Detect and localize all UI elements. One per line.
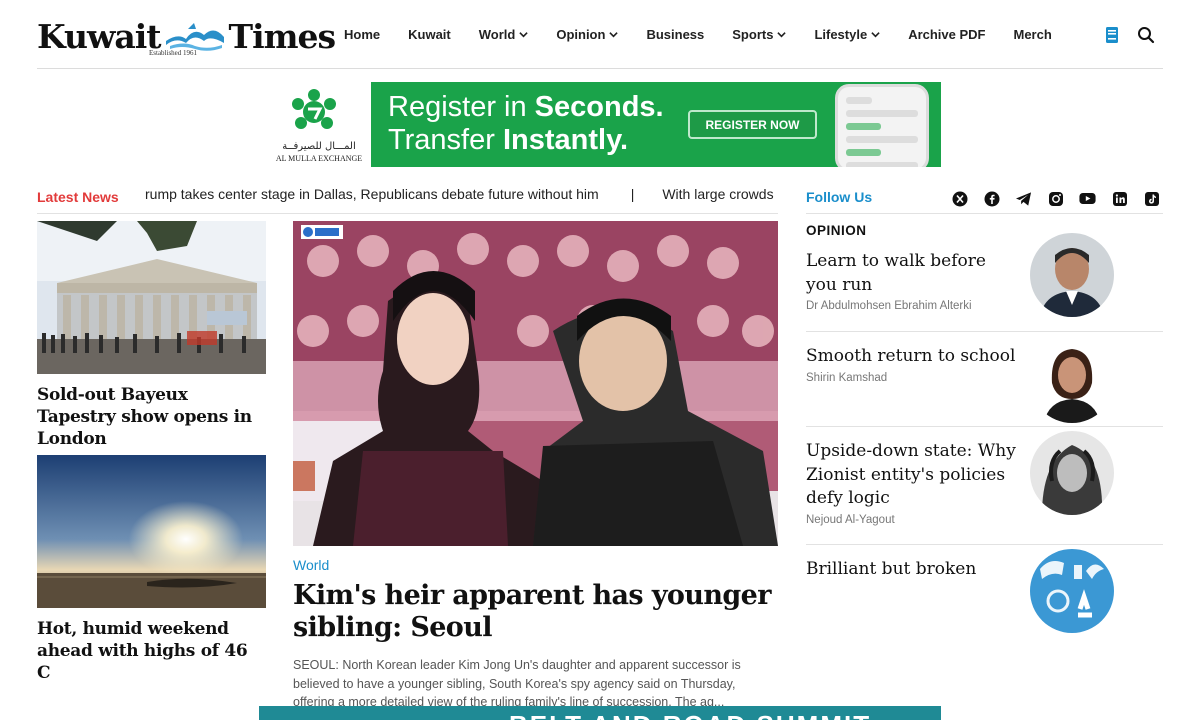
nav-label: Archive PDF bbox=[908, 27, 986, 42]
al-mulla-logo-icon bbox=[292, 89, 336, 129]
ad-brand-arabic: المـــال للصيرفــة bbox=[282, 141, 356, 152]
social-links bbox=[951, 190, 1160, 207]
author-avatar[interactable] bbox=[1030, 339, 1114, 423]
author-avatar[interactable] bbox=[1030, 233, 1114, 317]
opinion-title[interactable]: Smooth return to school bbox=[806, 345, 1021, 369]
facebook-icon[interactable] bbox=[983, 190, 1000, 207]
author-avatar[interactable] bbox=[1030, 549, 1114, 633]
telegram-icon[interactable] bbox=[1015, 190, 1032, 207]
main-story-image[interactable] bbox=[293, 221, 778, 546]
instagram-icon[interactable] bbox=[1047, 190, 1064, 207]
chevron-down-icon bbox=[871, 32, 880, 38]
nav-business[interactable]: Business bbox=[646, 27, 704, 42]
nav-sports[interactable]: Sports bbox=[732, 27, 787, 42]
divider bbox=[806, 544, 1163, 545]
side-story-card[interactable]: Sold-out Bayeux Tapestry show opens in L… bbox=[37, 221, 266, 450]
nav-label: Home bbox=[344, 27, 381, 42]
bottom-advertisement[interactable]: BELT AND ROAD SUMMIT bbox=[259, 706, 941, 720]
site-header: Kuwait Times Established 1961 Home Kuwai… bbox=[37, 0, 1163, 69]
opinion-heading: OPINION bbox=[806, 223, 867, 238]
opinion-author[interactable]: Dr Abdulmohsen Ebrahim Alterki bbox=[806, 300, 1163, 312]
epaper-icon[interactable] bbox=[1105, 26, 1119, 44]
side-story-card[interactable]: Hot, humid weekend ahead with highs of 4… bbox=[37, 455, 266, 684]
ad-text-bold: Instantly. bbox=[502, 124, 629, 156]
nav-label: Lifestyle bbox=[814, 27, 868, 42]
ad-brand-block: المـــال للصيرفــة AL MULLA EXCHANGE bbox=[259, 82, 371, 167]
divider bbox=[806, 331, 1163, 332]
story-category-link[interactable]: World bbox=[293, 557, 778, 573]
ad-text: Transfer bbox=[388, 124, 503, 156]
bottom-ad-text: BELT AND ROAD SUMMIT bbox=[509, 710, 871, 720]
nav-label: Opinion bbox=[556, 27, 606, 42]
ad-phone-graphic bbox=[835, 84, 929, 167]
opinion-item[interactable]: Upside-down state: Why Zionist entity's … bbox=[806, 431, 1163, 526]
nav-kuwait[interactable]: Kuwait bbox=[408, 27, 451, 42]
side-story-image[interactable] bbox=[37, 455, 266, 608]
ticker-separator: | bbox=[630, 186, 635, 202]
side-story-image[interactable] bbox=[37, 221, 266, 374]
search-icon[interactable] bbox=[1137, 26, 1155, 44]
divider bbox=[806, 213, 1163, 214]
ad-main-panel: Register in Seconds. Transfer Instantly.… bbox=[371, 82, 941, 167]
register-now-button[interactable]: REGISTER NOW bbox=[688, 110, 817, 139]
opinion-title[interactable]: Upside-down state: Why Zionist entity's … bbox=[806, 440, 1021, 511]
ad-text-bold: Seconds. bbox=[534, 91, 664, 123]
ticker-item[interactable]: rump takes center stage in Dallas, Repub… bbox=[145, 186, 599, 202]
nav-label: Business bbox=[646, 27, 705, 42]
chevron-down-icon bbox=[609, 32, 619, 38]
chevron-down-icon bbox=[519, 32, 529, 38]
opinion-item[interactable]: Brilliant but broken bbox=[806, 549, 1163, 633]
nav-merch[interactable]: Merch bbox=[1014, 27, 1052, 42]
header-icons bbox=[1105, 26, 1155, 44]
ticker-item[interactable]: With large crowds bbox=[662, 186, 773, 202]
nav-label: Kuwait bbox=[408, 27, 451, 42]
nav-lifestyle[interactable]: Lifestyle bbox=[814, 27, 880, 42]
divider bbox=[806, 426, 1163, 427]
author-avatar[interactable] bbox=[1030, 431, 1114, 515]
nav-archive-pdf[interactable]: Archive PDF bbox=[908, 27, 985, 42]
logo-word-kuwait: Kuwait bbox=[37, 16, 162, 56]
logo-established: Established 1961 bbox=[149, 49, 198, 57]
opinion-title[interactable]: Learn to walk before you run bbox=[806, 250, 1021, 297]
logo-emblem-icon bbox=[164, 19, 226, 53]
ad-brand-english: AL MULLA EXCHANGE bbox=[275, 154, 363, 163]
ad-text: Register in bbox=[388, 91, 535, 123]
nav-label: Merch bbox=[1013, 27, 1052, 42]
opinion-item[interactable]: Smooth return to school Shirin Kamshad bbox=[806, 339, 1163, 423]
opinion-author[interactable]: Nejoud Al-Yagout bbox=[806, 514, 1163, 526]
nav-opinion[interactable]: Opinion bbox=[556, 27, 619, 42]
main-story-title[interactable]: Kim's heir apparent has younger sibling:… bbox=[293, 580, 778, 644]
top-advertisement[interactable]: المـــال للصيرفــة AL MULLA EXCHANGE Reg… bbox=[259, 82, 941, 167]
latest-news-label: Latest News bbox=[37, 189, 119, 205]
x-icon[interactable] bbox=[951, 190, 968, 207]
chevron-down-icon bbox=[777, 32, 787, 38]
nav-label: World bbox=[478, 27, 516, 42]
nav-world[interactable]: World bbox=[479, 27, 529, 42]
nav-home[interactable]: Home bbox=[344, 27, 380, 42]
ad-headline-1: Register in Seconds. bbox=[388, 91, 664, 124]
side-story-title[interactable]: Sold-out Bayeux Tapestry show opens in L… bbox=[37, 384, 266, 450]
logo-word-times: Times bbox=[228, 16, 337, 56]
main-story-summary: SEOUL: North Korean leader Kim Jong Un's… bbox=[293, 658, 741, 709]
follow-us-label: Follow Us bbox=[806, 189, 873, 205]
divider bbox=[37, 213, 778, 214]
main-story[interactable]: World Kim's heir apparent has younger si… bbox=[293, 221, 778, 712]
opinion-item[interactable]: Learn to walk before you run Dr Abdulmoh… bbox=[806, 233, 1163, 317]
ad-headline-2: Transfer Instantly. bbox=[388, 124, 628, 157]
site-logo[interactable]: Kuwait Times Established 1961 bbox=[37, 14, 336, 58]
main-nav: Home Kuwait World Opinion Business Sport… bbox=[344, 0, 1080, 69]
opinion-title[interactable]: Brilliant but broken bbox=[806, 558, 1021, 582]
news-ticker[interactable]: rump takes center stage in Dallas, Repub… bbox=[145, 186, 778, 206]
youtube-icon[interactable] bbox=[1079, 190, 1096, 207]
tiktok-icon[interactable] bbox=[1143, 190, 1160, 207]
side-story-title[interactable]: Hot, humid weekend ahead with highs of 4… bbox=[37, 618, 266, 684]
linkedin-icon[interactable] bbox=[1111, 190, 1128, 207]
nav-label: Sports bbox=[732, 27, 774, 42]
